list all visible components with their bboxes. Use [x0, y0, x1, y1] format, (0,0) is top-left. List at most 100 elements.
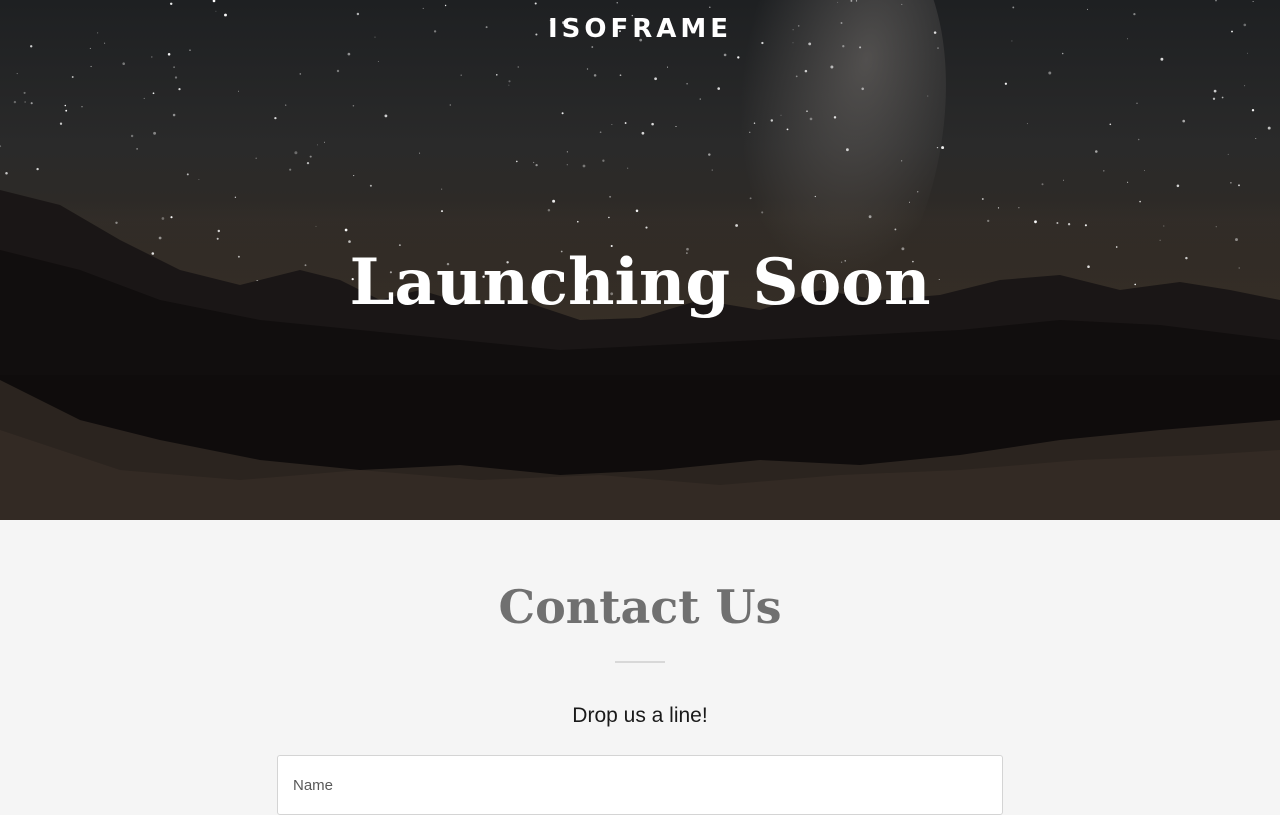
star: [850, 0, 853, 2]
star: [936, 146, 939, 149]
star: [708, 153, 711, 156]
star: [1221, 96, 1224, 99]
star: [36, 167, 39, 171]
star: [449, 104, 451, 106]
contact-title: Contact Us: [498, 580, 782, 634]
star: [294, 151, 298, 155]
star: [675, 125, 677, 128]
star: [699, 98, 701, 100]
star: [151, 56, 153, 58]
star: [348, 240, 351, 243]
star: [1176, 184, 1180, 188]
star: [172, 113, 176, 117]
star: [1252, 0, 1254, 3]
star: [735, 224, 738, 227]
star: [1034, 220, 1037, 224]
star: [1182, 119, 1186, 123]
star: [837, 1, 839, 3]
star: [552, 199, 556, 203]
star: [1048, 71, 1052, 75]
star: [868, 215, 872, 219]
star: [212, 0, 216, 3]
star: [635, 209, 639, 213]
hero-title: Launching Soon: [349, 245, 931, 320]
star: [299, 73, 302, 75]
star: [927, 95, 929, 97]
star: [352, 105, 355, 107]
star: [0, 145, 2, 148]
star: [846, 148, 849, 152]
star: [941, 146, 945, 150]
star: [508, 84, 510, 86]
star: [599, 131, 602, 134]
star: [1062, 179, 1064, 181]
star: [586, 68, 589, 70]
star: [189, 49, 191, 51]
star: [1137, 138, 1140, 141]
star: [64, 104, 67, 107]
star: [316, 144, 318, 146]
star: [170, 216, 173, 219]
star: [336, 69, 340, 73]
star: [1127, 181, 1129, 183]
star: [1238, 184, 1240, 187]
star: [1144, 170, 1145, 171]
star: [24, 101, 26, 103]
star: [833, 116, 837, 119]
star: [419, 152, 421, 154]
star: [1267, 126, 1271, 130]
star: [234, 196, 237, 198]
star: [422, 7, 424, 9]
star: [830, 65, 834, 69]
star: [130, 134, 134, 138]
star: [1136, 102, 1138, 104]
star: [198, 178, 200, 181]
star: [577, 220, 579, 223]
star: [1012, 6, 1015, 9]
star: [1109, 123, 1112, 126]
contact-tagline: Drop us a line!: [572, 704, 708, 727]
name-input[interactable]: [277, 755, 1003, 815]
star: [814, 195, 816, 198]
star: [353, 175, 355, 177]
star: [1103, 170, 1105, 172]
contact-section: Contact Us Drop us a line!: [0, 520, 1280, 815]
star: [169, 2, 173, 6]
star: [1230, 182, 1232, 184]
star: [1160, 57, 1164, 61]
star: [809, 117, 813, 121]
star: [309, 155, 312, 158]
star: [627, 167, 629, 169]
star: [1159, 239, 1161, 241]
star: [1004, 82, 1008, 85]
star: [285, 104, 287, 106]
brand-logo[interactable]: ISOFRAME: [0, 14, 1280, 44]
star: [216, 237, 219, 240]
star: [591, 46, 594, 48]
star: [81, 106, 83, 108]
star: [1255, 138, 1257, 140]
hero-section: ISOFRAME Launching Soon: [0, 0, 1280, 520]
star: [804, 69, 808, 73]
star: [1246, 52, 1249, 54]
star: [16, 73, 18, 75]
star: [619, 74, 622, 77]
star: [855, 0, 858, 2]
star: [306, 161, 310, 165]
star: [770, 119, 774, 122]
star: [749, 197, 752, 200]
star: [90, 65, 92, 68]
star: [1235, 238, 1238, 242]
star: [901, 3, 903, 5]
star: [1213, 89, 1217, 93]
star: [532, 161, 535, 164]
star: [651, 122, 654, 126]
star: [173, 66, 176, 69]
star: [534, 2, 537, 5]
star: [344, 228, 348, 232]
star: [582, 164, 586, 168]
star: [861, 87, 864, 91]
star: [709, 6, 711, 8]
star: [547, 209, 551, 212]
star: [753, 122, 756, 124]
